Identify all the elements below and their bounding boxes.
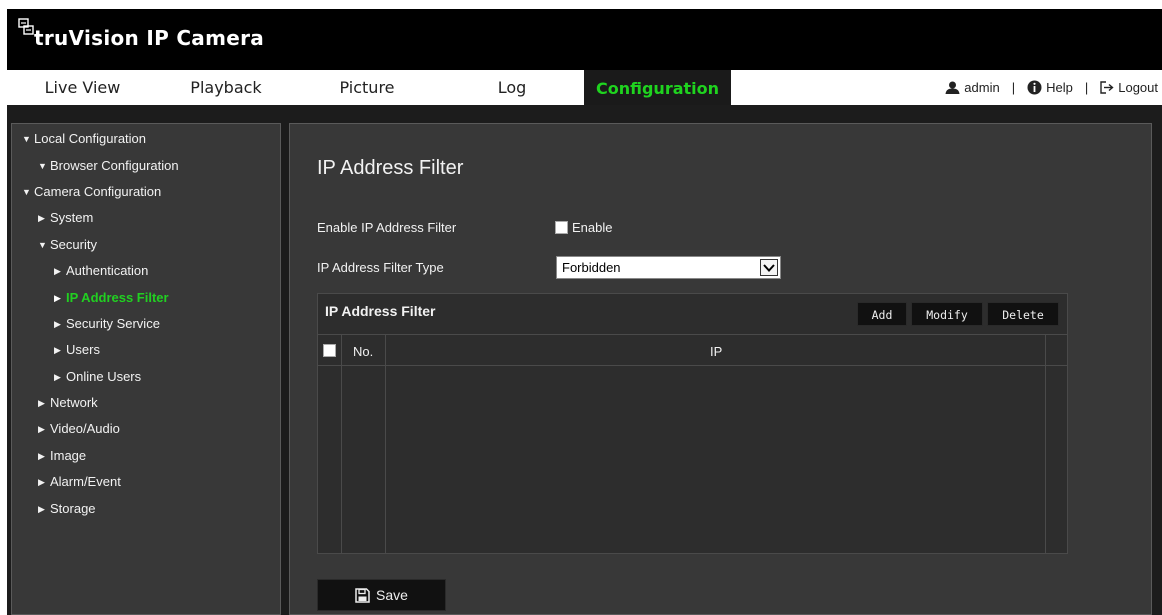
tab-picture[interactable]: Picture	[294, 70, 440, 105]
sidebar-item-ip-address-filter[interactable]: ▶ IP Address Filter	[12, 284, 280, 310]
logout-icon	[1100, 81, 1114, 94]
app-header: truVision IP Camera	[7, 9, 1162, 70]
save-button[interactable]: Save	[317, 579, 446, 611]
sidebar-item-security-service[interactable]: ▶ Security Service	[12, 311, 280, 337]
main-panel: IP Address Filter Enable IP Address Filt…	[289, 123, 1152, 615]
sidebar-item-storage[interactable]: ▶ Storage	[12, 495, 280, 521]
sidebar-item-users[interactable]: ▶ Users	[12, 337, 280, 363]
chevron-down-icon[interactable]	[760, 259, 778, 276]
sidebar-item-network[interactable]: ▶ Network	[12, 390, 280, 416]
expand-arrow-icon: ▶	[38, 477, 45, 488]
user-name: admin	[964, 80, 1000, 95]
checkbox[interactable]	[555, 221, 568, 234]
page-title: IP Address Filter	[317, 157, 464, 179]
save-label: Save	[376, 587, 408, 603]
sidebar-item-alarm-event[interactable]: ▶ Alarm/Event	[12, 469, 280, 495]
add-button[interactable]: Add	[857, 302, 907, 326]
sidebar-item-security[interactable]: ▼ Security	[12, 232, 280, 258]
table-header-row	[318, 334, 1067, 366]
main-nav: Live View Playback Picture Log Configura…	[7, 70, 1162, 105]
brand-name: truVision IP Camera	[34, 26, 265, 50]
collapse-arrow-icon: ▼	[38, 160, 47, 171]
info-icon	[1027, 80, 1042, 95]
column-header-no: No.	[353, 344, 374, 359]
column-divider	[1045, 334, 1046, 553]
tab-log[interactable]: Log	[440, 70, 584, 105]
sidebar-item-online-users[interactable]: ▶ Online Users	[12, 364, 280, 390]
ip-filter-table: IP Address Filter Add Modify Delete No. …	[317, 293, 1068, 554]
enable-checkbox-label: Enable	[572, 220, 613, 235]
expand-arrow-icon: ▶	[38, 424, 45, 435]
help-label: Help	[1046, 80, 1073, 95]
sidebar-item-image[interactable]: ▶ Image	[12, 443, 280, 469]
column-divider	[341, 334, 342, 553]
expand-arrow-icon: ▶	[54, 318, 61, 329]
logout-link[interactable]: Logout	[1100, 70, 1158, 105]
expand-arrow-icon: ▶	[38, 398, 45, 409]
help-link[interactable]: Help	[1027, 70, 1073, 105]
column-divider	[385, 334, 386, 553]
filter-type-select[interactable]: Forbidden	[556, 256, 781, 279]
expand-arrow-icon: ▶	[54, 266, 61, 277]
select-all-checkbox[interactable]	[323, 344, 336, 357]
sidebar-item-system[interactable]: ▶ System	[12, 205, 280, 231]
collapse-arrow-icon: ▼	[38, 239, 47, 250]
column-header-ip: IP	[710, 344, 723, 359]
sidebar-item-video-audio[interactable]: ▶ Video/Audio	[12, 416, 280, 442]
enable-filter-label: Enable IP Address Filter	[317, 220, 457, 235]
tab-playback[interactable]: Playback	[158, 70, 294, 105]
expand-arrow-icon: ▶	[54, 292, 61, 303]
table-toolbar: IP Address Filter Add Modify Delete	[318, 294, 1067, 334]
expand-arrow-icon: ▶	[38, 503, 45, 514]
brand-logo: truVision IP Camera	[18, 14, 264, 54]
filter-type-label: IP Address Filter Type	[317, 260, 444, 275]
config-sidebar: ▼ Local Configuration ▼ Browser Configurat…	[11, 123, 281, 615]
save-icon	[355, 587, 370, 603]
expand-arrow-icon: ▶	[54, 345, 61, 356]
tab-configuration[interactable]: Configuration	[584, 70, 731, 105]
sidebar-item-authentication[interactable]: ▶ Authentication	[12, 258, 280, 284]
user-link[interactable]: admin	[945, 70, 1000, 105]
expand-arrow-icon: ▶	[54, 371, 61, 382]
sidebar-item-local-configuration[interactable]: ▼ Local Configuration	[12, 126, 280, 152]
table-title: IP Address Filter	[325, 303, 436, 319]
user-icon	[945, 81, 960, 94]
modify-button[interactable]: Modify	[911, 302, 983, 326]
sidebar-item-camera-configuration[interactable]: ▼ Camera Configuration	[12, 179, 280, 205]
logout-label: Logout	[1118, 80, 1158, 95]
collapse-arrow-icon: ▼	[22, 134, 31, 145]
sidebar-item-browser-configuration[interactable]: ▼ Browser Configuration	[12, 152, 280, 178]
user-menu: admin | Help | Logout	[945, 70, 1158, 105]
delete-button[interactable]: Delete	[987, 302, 1059, 326]
expand-arrow-icon: ▶	[38, 213, 45, 224]
enable-filter-checkbox[interactable]: Enable	[555, 220, 612, 235]
camera-logo-icon	[18, 18, 34, 35]
separator: |	[1084, 80, 1089, 95]
collapse-arrow-icon: ▼	[22, 186, 31, 197]
tab-live-view[interactable]: Live View	[7, 70, 158, 105]
filter-type-value: Forbidden	[562, 260, 621, 275]
expand-arrow-icon: ▶	[38, 450, 45, 461]
separator: |	[1011, 80, 1016, 95]
